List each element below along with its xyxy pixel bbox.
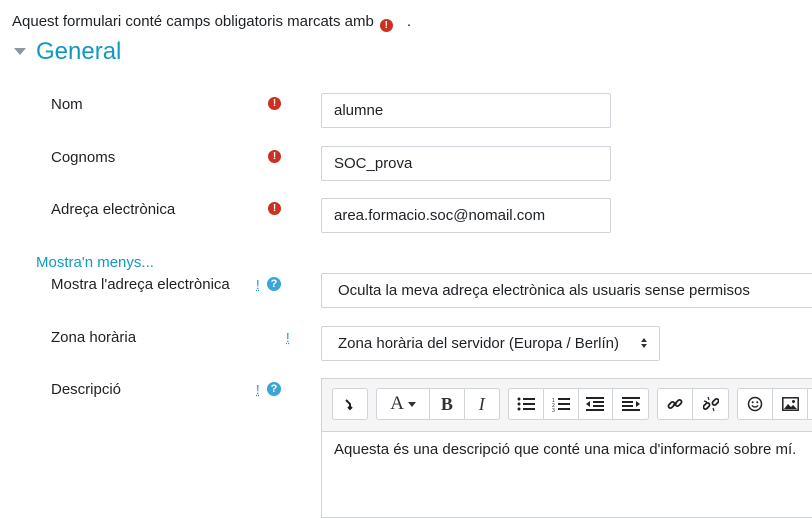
required-icon: !	[268, 202, 281, 215]
descripcio-label: Descripció	[51, 381, 122, 398]
show-less-link[interactable]: Mostra'n menys...	[36, 254, 154, 271]
help-icon[interactable]: ?	[267, 277, 281, 291]
editor-toolbar: A B I 123	[322, 379, 812, 432]
mostra-email-value: Oculta la meva adreça electrònica als us…	[338, 282, 750, 299]
help-icon[interactable]: ?	[267, 382, 281, 396]
collapse-icon[interactable]	[333, 389, 367, 419]
zona-label: Zona horària	[51, 329, 137, 346]
unlink-icon[interactable]	[693, 389, 728, 419]
mostra-email-select[interactable]: Oculta la meva adreça electrònica als us…	[321, 273, 812, 308]
required-note-end: .	[406, 13, 411, 30]
font-color-icon[interactable]: A	[377, 389, 431, 419]
required-fields-note: Aquest formulari conté camps obligatoris…	[12, 13, 411, 32]
nom-label: Nom	[51, 96, 83, 113]
email-label: Adreça electrònica	[51, 201, 176, 218]
italic-icon[interactable]: I	[465, 389, 499, 419]
outdent-icon[interactable]	[579, 389, 614, 419]
indent-icon[interactable]	[613, 389, 648, 419]
select-arrows-icon	[641, 338, 647, 348]
link-icon[interactable]	[658, 389, 693, 419]
email-input[interactable]: area.formacio.soc@nomail.com	[321, 198, 611, 233]
more-tools[interactable]	[808, 389, 812, 419]
section-title[interactable]: General	[36, 38, 121, 66]
ordered-list-icon[interactable]: 123	[544, 389, 579, 419]
zona-select[interactable]: Zona horària del servidor (Europa / Berl…	[321, 326, 660, 361]
advanced-field-mark: !	[256, 277, 260, 292]
nom-input[interactable]: alumne	[321, 93, 611, 128]
cognoms-label: Cognoms	[51, 149, 116, 166]
required-icon: !	[268, 97, 281, 110]
image-icon[interactable]	[773, 389, 808, 419]
svg-text:3: 3	[552, 408, 555, 412]
description-editor[interactable]: A B I 123 Aquesta és una descripció que …	[321, 378, 812, 518]
bold-icon[interactable]: B	[430, 389, 465, 419]
emoji-icon[interactable]	[738, 389, 773, 419]
description-text[interactable]: Aquesta és una descripció que conté una …	[334, 441, 796, 458]
required-icon: !	[379, 19, 393, 32]
collapse-section-icon[interactable]	[14, 48, 26, 55]
unordered-list-icon[interactable]	[509, 389, 544, 419]
zona-value: Zona horària del servidor (Europa / Berl…	[338, 335, 619, 352]
required-note-text: Aquest formulari conté camps obligatoris…	[12, 13, 374, 30]
advanced-field-mark: !	[256, 382, 260, 397]
advanced-field-mark: !	[286, 330, 290, 345]
mostra-email-label: Mostra l'adreça electrònica	[51, 276, 230, 293]
required-icon: !	[268, 150, 281, 163]
cognoms-input[interactable]: SOC_prova	[321, 146, 611, 181]
